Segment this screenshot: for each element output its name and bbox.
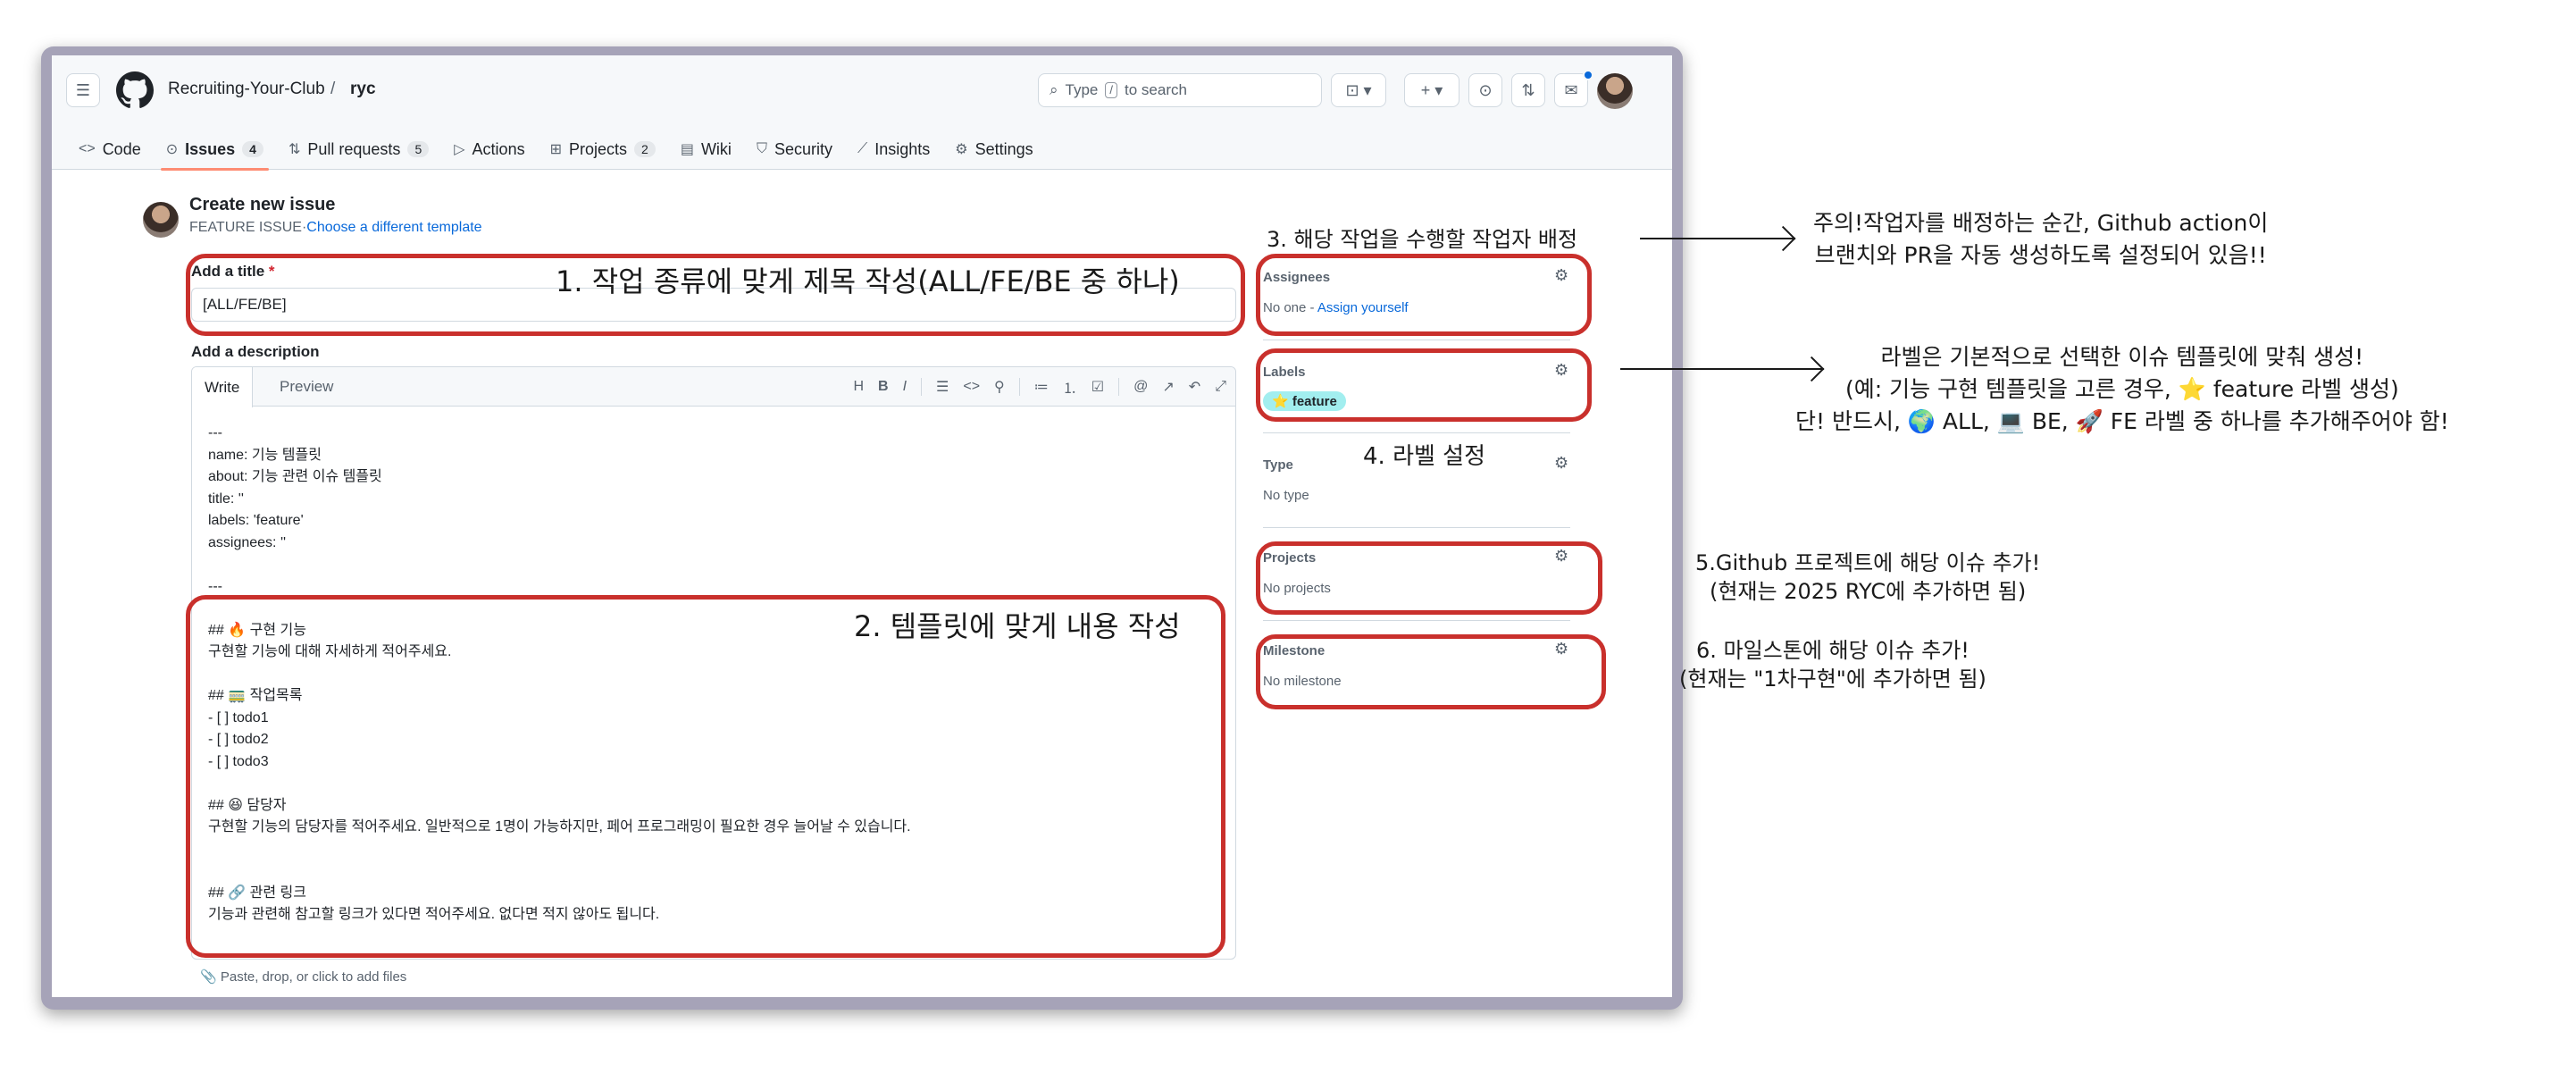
- highlight-assignees: [1256, 254, 1592, 336]
- tab-label: Wiki: [700, 139, 732, 158]
- annotation-title: 1. 작업 종류에 맞게 제목 작성(ALL/FE/BE 중 하나): [556, 264, 1180, 298]
- tab-counter: 5: [407, 141, 430, 157]
- tab-counter: 4: [242, 141, 263, 157]
- shield-icon: ⛉: [756, 141, 767, 156]
- divider: [1263, 432, 1570, 433]
- annotation-labels: 4. 라벨 설정: [1363, 443, 1486, 470]
- graph-icon: ⟋: [857, 141, 868, 156]
- note-assignee-action: 주의!작업자를 배정하는 순간, Github action이 브랜치와 PR을…: [1813, 210, 2269, 268]
- search-shortcut-key: /: [1105, 82, 1118, 98]
- bulleted-list-icon[interactable]: ≔: [1034, 378, 1049, 396]
- menu-icon[interactable]: ☰: [66, 73, 100, 107]
- editor-tabs: Write Preview H B I ☰ <> ⚲ ≔ ⒈ ☑ @ ↗ ↶ ⤢: [192, 367, 1235, 407]
- repo-owner-link[interactable]: Recruiting-Your-Club: [168, 79, 325, 100]
- undo-icon[interactable]: ↶: [1189, 378, 1200, 396]
- search-placeholder: Type: [1065, 81, 1099, 98]
- italic-icon[interactable]: I: [903, 379, 907, 395]
- page-title: Create new issue: [189, 195, 336, 214]
- tab-pull-requests[interactable]: ⇅ Pull requests 5: [276, 129, 441, 170]
- issues-icon[interactable]: ⊙: [1468, 73, 1502, 107]
- tab-code[interactable]: <> Code: [66, 129, 154, 170]
- tab-label: Insights: [874, 139, 931, 158]
- template-info: FEATURE ISSUE·Choose a different templat…: [189, 220, 482, 236]
- type-title: Type: [1263, 457, 1293, 473]
- toolbar-divider: [921, 378, 923, 396]
- bold-icon[interactable]: B: [878, 379, 889, 395]
- attach-files-text: Paste, drop, or click to add files: [220, 969, 407, 985]
- repo-header: ☰ Recruiting-Your-Club / ryc ⌕ Type / to…: [52, 55, 1672, 171]
- highlight-milestone: [1256, 634, 1606, 709]
- tab-label: Issues: [185, 139, 236, 158]
- tab-issues[interactable]: ⊙ Issues 4: [154, 129, 276, 171]
- repo-separator: /: [330, 80, 336, 98]
- toolbar-divider: [1018, 378, 1020, 396]
- annotation-body: 2. 템플릿에 맞게 내용 작성: [854, 609, 1181, 643]
- template-name: FEATURE ISSUE: [189, 220, 302, 235]
- user-avatar[interactable]: [1597, 73, 1633, 109]
- search-icon: ⌕: [1050, 81, 1058, 98]
- divider: [1263, 620, 1570, 621]
- note-labels: 라벨은 기본적으로 선택한 이슈 템플릿에 맞춰 생성! (예: 기능 구현 템…: [1795, 344, 2449, 434]
- task-list-icon[interactable]: ☑: [1091, 378, 1104, 396]
- attach-files-hint[interactable]: 📎 Paste, drop, or click to add files: [200, 969, 406, 985]
- highlight-labels: [1256, 348, 1592, 422]
- fullscreen-icon[interactable]: ⤢: [1215, 379, 1226, 395]
- tab-insights[interactable]: ⟋ Insights: [845, 129, 942, 170]
- reference-icon[interactable]: ↗: [1162, 378, 1174, 396]
- pull-requests-icon[interactable]: ⇅: [1511, 73, 1545, 107]
- notification-dot: [1583, 70, 1593, 80]
- tab-label: Pull requests: [307, 139, 401, 158]
- tab-label: Security: [774, 139, 832, 158]
- author-avatar: [143, 202, 179, 238]
- repo-tabs: <> Code ⊙ Issues 4 ⇅ Pull requests 5 ▷ Actions…: [66, 129, 1046, 171]
- gear-icon: ⚙: [955, 142, 968, 157]
- link-icon[interactable]: ⚲: [994, 378, 1005, 396]
- search-placeholder-suffix: to search: [1125, 81, 1187, 98]
- play-icon: ▷: [454, 142, 465, 157]
- tab-settings[interactable]: ⚙ Settings: [942, 129, 1045, 170]
- tab-write[interactable]: Write: [192, 367, 254, 407]
- tab-security[interactable]: ⛉ Security: [744, 129, 845, 170]
- tab-projects[interactable]: ⊞ Projects 2: [538, 129, 668, 170]
- annotation-assignee: 3. 해당 작업을 수행할 작업자 배정: [1267, 227, 1578, 252]
- annotation-milestone: 6. 마일스톤에 해당 이슈 추가! (현재는 "1차구현"에 추가하면 됨): [1679, 638, 1986, 692]
- issue-icon: ⊙: [165, 142, 179, 157]
- create-new-button[interactable]: + ▾: [1404, 73, 1459, 107]
- table-icon: ⊞: [549, 142, 562, 157]
- heading-icon[interactable]: H: [853, 379, 864, 395]
- highlight-body: [186, 595, 1225, 958]
- code-icon: <>: [79, 141, 96, 156]
- markdown-toolbar: H B I ☰ <> ⚲ ≔ ⒈ ☑ @ ↗ ↶ ⤢: [853, 367, 1226, 407]
- tab-preview[interactable]: Preview: [267, 367, 346, 407]
- tab-label: Projects: [568, 139, 628, 158]
- tab-actions[interactable]: ▷ Actions: [441, 129, 537, 170]
- mention-icon[interactable]: @: [1133, 379, 1148, 395]
- repo-name-link[interactable]: ryc: [350, 79, 376, 100]
- arrow-to-labels-note: [1620, 368, 1824, 370]
- pull-request-icon: ⇅: [288, 142, 301, 157]
- choose-template-link[interactable]: Choose a different template: [306, 220, 481, 235]
- type-gear-icon[interactable]: ⚙: [1554, 454, 1568, 473]
- tab-wiki[interactable]: ▤ Wiki: [668, 129, 744, 170]
- type-value: No type: [1263, 488, 1309, 503]
- tab-label: Code: [102, 139, 141, 158]
- book-icon: ▤: [680, 142, 694, 157]
- highlight-projects: [1256, 541, 1602, 615]
- paperclip-icon: 📎: [200, 969, 221, 985]
- tab-label: Settings: [974, 139, 1033, 158]
- toolbar-divider: [1118, 378, 1120, 396]
- tab-counter: 2: [634, 141, 656, 157]
- search-input[interactable]: ⌕ Type / to search: [1038, 73, 1322, 107]
- divider: [1263, 527, 1570, 528]
- code-icon[interactable]: <>: [963, 379, 980, 395]
- tab-label: Actions: [472, 139, 525, 158]
- description-label: Add a description: [191, 343, 320, 360]
- copilot-button[interactable]: ⊡ ▾: [1331, 73, 1386, 107]
- numbered-list-icon[interactable]: ⒈: [1063, 376, 1077, 398]
- quote-icon[interactable]: ☰: [936, 378, 949, 396]
- annotation-projects: 5.Github 프로젝트에 해당 이슈 추가! (현재는 2025 RYC에 …: [1695, 550, 2041, 604]
- arrow-to-assignee-note: [1640, 238, 1795, 239]
- github-logo-icon[interactable]: [116, 71, 154, 109]
